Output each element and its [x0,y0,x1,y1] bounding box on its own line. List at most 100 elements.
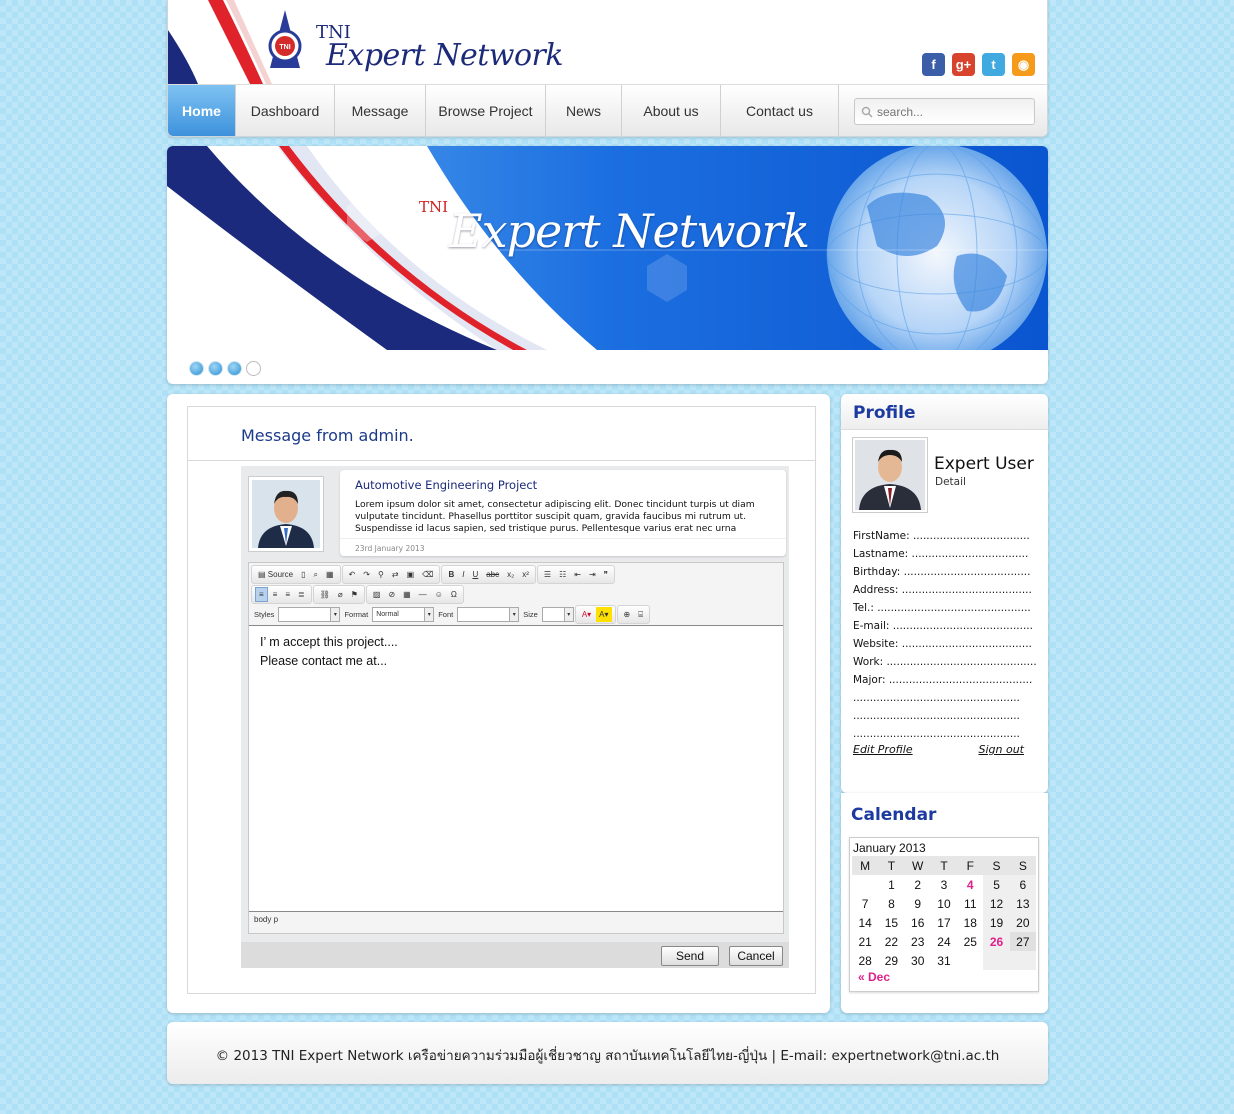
numbered-list-icon[interactable]: ☰ [541,567,554,582]
calendar-day[interactable]: 11 [957,894,983,913]
justify-icon[interactable]: ≣ [295,587,308,602]
calendar-day[interactable]: 17 [931,913,957,932]
calendar-day[interactable]: 20 [1009,913,1036,932]
italic-icon[interactable]: I [459,567,467,582]
nav-message[interactable]: Message [335,85,426,136]
bulleted-list-icon[interactable]: ☷ [556,567,569,582]
editor-content[interactable]: I’ m accept this project.... Please cont… [249,625,783,912]
nav-contact-us[interactable]: Contact us [721,85,839,136]
align-left-icon[interactable]: ≡ [255,587,268,602]
calendar-day[interactable]: 3 [931,875,957,894]
nav-browse-project[interactable]: Browse Project [426,85,546,136]
calendar-day[interactable]: 16 [905,913,931,932]
calendar-day[interactable]: 13 [1009,894,1036,913]
calendar-day[interactable]: 19 [983,913,1010,932]
blockquote-icon[interactable]: ❞ [601,567,611,582]
calendar-day[interactable]: 18 [957,913,983,932]
unlink-icon[interactable]: ⌀ [335,587,346,602]
calendar-day[interactable]: 5 [983,875,1010,894]
show-blocks-icon[interactable]: ⌸ [635,607,646,622]
anchor-icon[interactable]: ⚑ [348,587,361,602]
send-button[interactable]: Send [661,946,719,966]
edit-profile-link[interactable]: Edit Profile [853,743,913,756]
table-icon[interactable]: ▦ [400,587,414,602]
indent-icon[interactable]: ⇥ [586,567,599,582]
calendar-day[interactable]: 25 [957,932,983,951]
slider-dot[interactable] [227,361,242,376]
calendar-day[interactable]: 24 [931,932,957,951]
smiley-icon[interactable]: ☺ [432,587,446,602]
calendar-day[interactable]: 31 [931,951,957,970]
calendar-day[interactable]: 4 [957,875,983,894]
bg-color-icon[interactable]: A▾ [596,607,612,622]
calendar-day[interactable]: 14 [852,913,878,932]
link-icon[interactable]: ⛓ [317,587,333,602]
calendar-day[interactable]: 2 [905,875,931,894]
calendar-day[interactable]: 9 [905,894,931,913]
special-char-icon[interactable]: Ω [448,587,460,602]
superscript-icon[interactable]: x² [519,567,532,582]
font-select[interactable]: ▾ [457,607,520,622]
calendar-day[interactable]: 30 [905,951,931,970]
flash-icon[interactable]: ⊘ [385,587,398,602]
calendar-day[interactable]: 7 [852,894,878,913]
calendar-day[interactable]: 15 [878,913,904,932]
logo-title[interactable]: Expert Network [326,38,564,73]
calendar-day[interactable]: 21 [852,932,878,951]
nav-about-us[interactable]: About us [622,85,721,136]
calendar-day[interactable]: 8 [878,894,904,913]
format-select[interactable]: Normal ▾ [372,607,435,622]
underline-icon[interactable]: U [469,567,481,582]
select-all-icon[interactable]: ▣ [404,567,418,582]
align-center-icon[interactable]: ≡ [270,587,281,602]
slider-dot[interactable] [246,361,261,376]
templates-icon[interactable]: ▦ [323,567,337,582]
calendar-day[interactable]: 28 [852,951,878,970]
facebook-icon[interactable]: f [922,53,945,76]
undo-icon[interactable]: ↶ [346,567,359,582]
nav-news[interactable]: News [546,85,622,136]
search-input[interactable] [877,104,1027,119]
calendar-prev-month[interactable]: « Dec [858,970,890,984]
project-title[interactable]: Automotive Engineering Project [355,478,537,492]
calendar-day[interactable]: 10 [931,894,957,913]
horizontal-rule-icon[interactable]: — [416,587,430,602]
source-button[interactable]: ▤ Source [255,567,296,582]
calendar-day[interactable]: 22 [878,932,904,951]
profile-detail-link[interactable]: Detail [935,476,966,488]
maximize-icon[interactable]: ⊕ [621,607,634,622]
calendar-day[interactable]: 6 [1009,875,1036,894]
twitter-icon[interactable]: t [982,53,1005,76]
slider-dot[interactable] [208,361,223,376]
rss-icon[interactable]: ◉ [1012,53,1035,76]
find-icon[interactable]: ⚲ [375,567,387,582]
text-color-icon[interactable]: A▾ [579,607,594,622]
nav-home[interactable]: Home [168,85,236,136]
bold-icon[interactable]: B [445,567,457,582]
image-icon[interactable]: ▨ [370,587,384,602]
strike-icon[interactable]: abc [483,567,502,582]
cancel-button[interactable]: Cancel [729,946,783,966]
preview-icon[interactable]: ⌕ [311,567,321,582]
tni-logo-icon[interactable]: TNI [260,8,310,72]
styles-select[interactable]: ▾ [278,607,341,622]
remove-format-icon[interactable]: ⌫ [419,567,436,582]
calendar-day[interactable]: 12 [983,894,1010,913]
calendar-day[interactable]: 27 [1009,932,1036,951]
nav-dashboard[interactable]: Dashboard [236,85,335,136]
align-right-icon[interactable]: ≡ [282,587,293,602]
subscript-icon[interactable]: x₂ [504,567,517,582]
new-page-icon[interactable]: ▯ [298,567,308,582]
calendar-day[interactable]: 29 [878,951,904,970]
size-select[interactable]: ▾ [541,607,574,622]
sign-out-link[interactable]: Sign out [978,743,1024,756]
redo-icon[interactable]: ↷ [360,567,373,582]
google-plus-icon[interactable]: g+ [952,53,975,76]
calendar-day[interactable]: 23 [905,932,931,951]
slider-dot[interactable] [189,361,204,376]
replace-icon[interactable]: ⇄ [389,567,402,582]
calendar-day[interactable]: 1 [878,875,904,894]
outdent-icon[interactable]: ⇤ [571,567,584,582]
calendar-day[interactable]: 26 [983,932,1010,951]
element-path[interactable]: body p [254,915,278,924]
